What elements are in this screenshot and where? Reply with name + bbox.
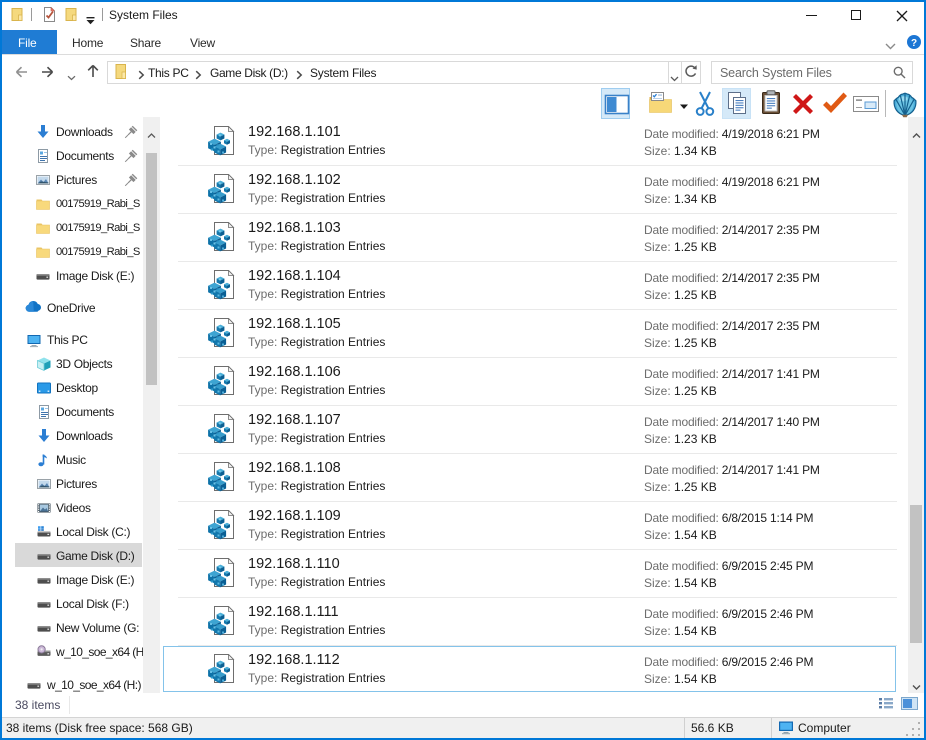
svg-text:?: ?	[911, 38, 917, 49]
